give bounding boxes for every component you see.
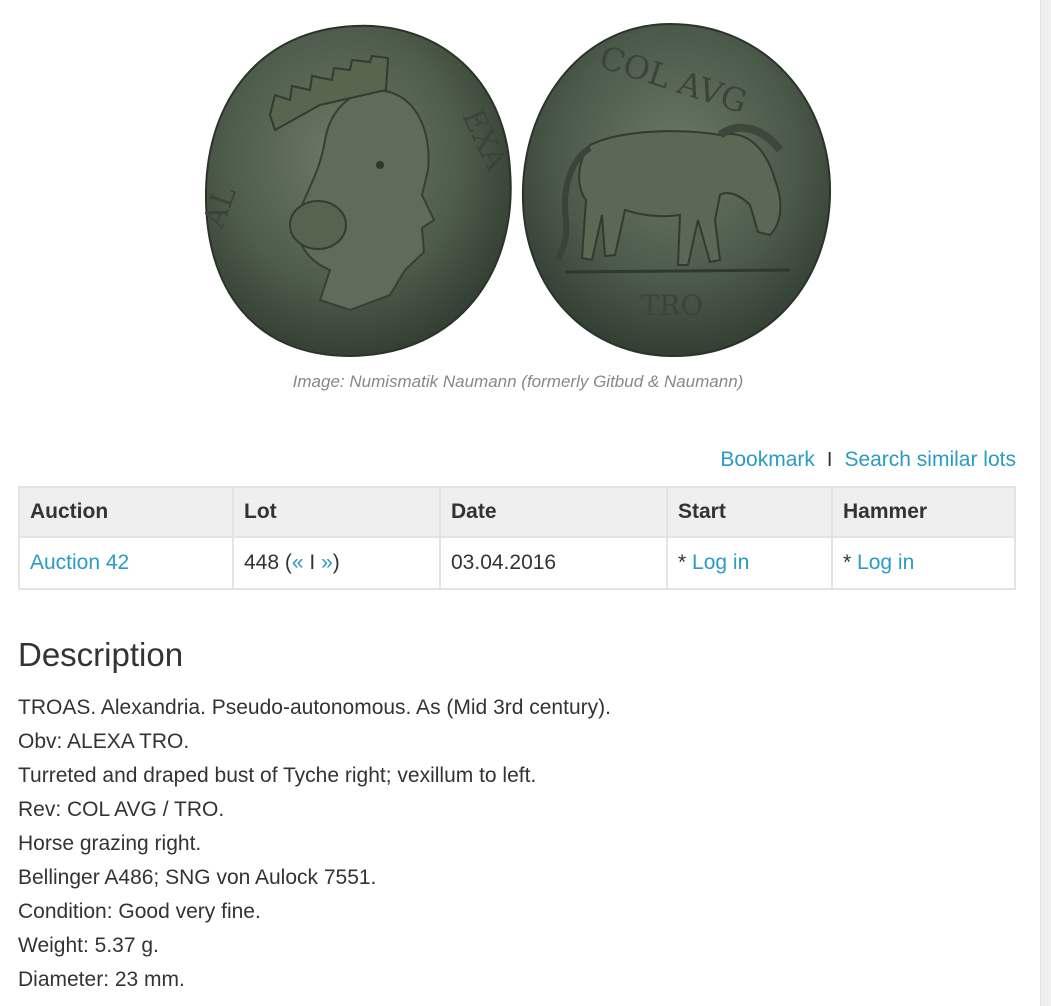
lot-table: Auction Lot Date Start Hammer Auction 42…: [18, 486, 1016, 590]
page-edge-scrollbar: [1040, 0, 1051, 1006]
coin-obverse: AL EXA: [200, 24, 514, 358]
actions-separator: I: [826, 448, 833, 471]
description-line: Condition: Good very fine.: [18, 900, 261, 923]
reverse-legend-bottom: TRO: [641, 289, 704, 322]
header-lot: Lot: [232, 486, 441, 538]
description-line: Weight: 5.37 g.: [18, 934, 159, 957]
start-login-link[interactable]: Log in: [692, 551, 749, 574]
header-start: Start: [666, 486, 833, 538]
description-heading: Description: [18, 636, 184, 673]
search-similar-lots-link[interactable]: Search similar lots: [844, 448, 1016, 472]
lot-actions: Bookmark I Search similar lots: [720, 448, 1016, 472]
lot-number: 448: [244, 551, 280, 574]
description-line: Rev: COL AVG / TRO.: [18, 798, 225, 821]
coin-image: AL EXA TRO COL AVG: [200, 22, 832, 358]
description-text: TROAS. Alexandria. Pseudo-autonomous. As…: [18, 691, 611, 997]
cell-date: 03.04.2016: [439, 536, 668, 590]
description-line: Horse grazing right.: [18, 832, 202, 855]
bookmark-link[interactable]: Bookmark: [720, 448, 815, 472]
coin-reverse: TRO COL AVG: [521, 22, 832, 358]
image-caption: Image: Numismatik Naumann (formerly Gitb…: [292, 372, 744, 391]
description-line: TROAS. Alexandria. Pseudo-autonomous. As…: [18, 696, 611, 719]
header-date: Date: [439, 486, 668, 538]
cell-start: * Log in: [666, 536, 833, 590]
description-line: Diameter: 23 mm.: [18, 968, 185, 991]
cell-lot: 448 (« I »): [232, 536, 441, 590]
start-asterisk: *: [678, 551, 687, 574]
table-row: Auction 42 448 (« I ») 03.04.2016 * Log …: [18, 536, 1016, 590]
cell-auction: Auction 42: [18, 536, 234, 590]
cell-hammer: * Log in: [831, 536, 1016, 590]
lot-table-header-row: Auction Lot Date Start Hammer: [18, 486, 1016, 538]
header-hammer: Hammer: [831, 486, 1016, 538]
hammer-login-link[interactable]: Log in: [857, 551, 914, 574]
description-line: Turreted and draped bust of Tyche right;…: [18, 764, 537, 787]
previous-lot-link[interactable]: «: [292, 551, 304, 574]
next-lot-link[interactable]: »: [321, 551, 333, 574]
description-line: Bellinger A486; SNG von Aulock 7551.: [18, 866, 377, 889]
header-auction: Auction: [18, 486, 234, 538]
hammer-asterisk: *: [843, 551, 852, 574]
auction-link[interactable]: Auction 42: [30, 551, 129, 574]
lot-nav-separator: I: [309, 551, 316, 574]
description-line: Obv: ALEXA TRO.: [18, 730, 190, 753]
